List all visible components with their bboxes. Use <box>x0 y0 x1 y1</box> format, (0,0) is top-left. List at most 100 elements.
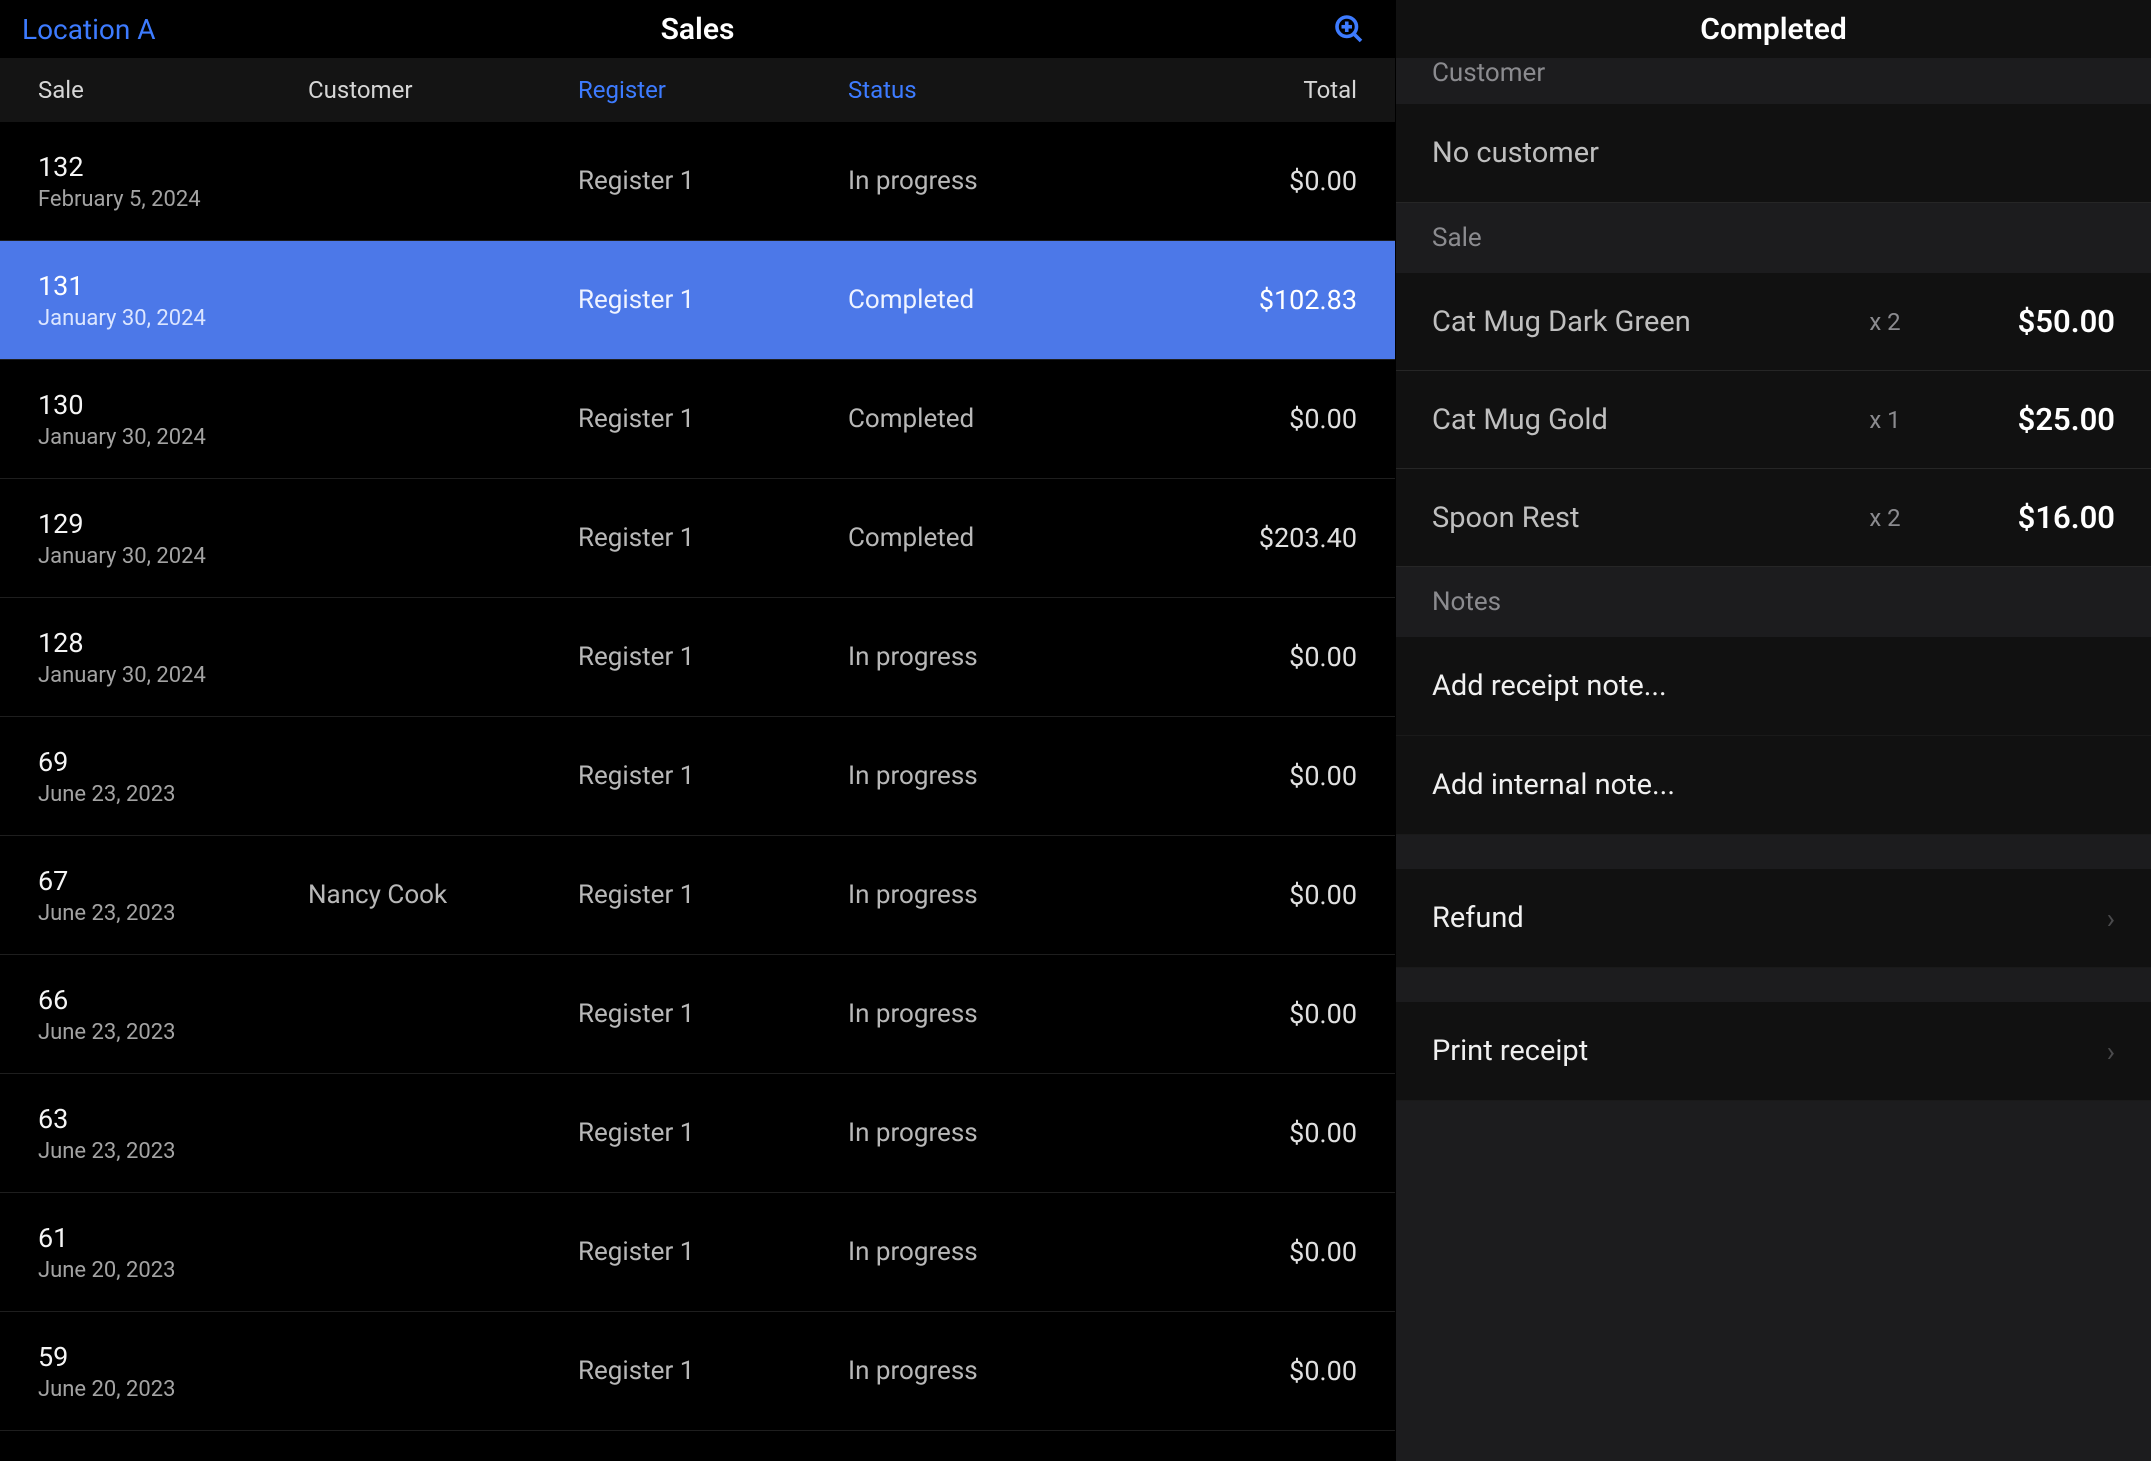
sale-row[interactable]: 61June 20, 2023 Register 1In progress$0.0… <box>0 1193 1395 1312</box>
sale-id: 128 <box>38 627 308 659</box>
column-headers: Sale Customer Register Status Total <box>0 58 1395 122</box>
sale-id: 61 <box>38 1222 308 1254</box>
register-cell: Register 1 <box>578 642 848 672</box>
print-receipt-label: Print receipt <box>1432 1034 1588 1068</box>
sale-id: 69 <box>38 746 308 778</box>
sale-date: January 30, 2024 <box>38 544 308 569</box>
status-cell: In progress <box>848 880 1148 910</box>
print-receipt-button[interactable]: Print receipt › <box>1396 1002 2151 1101</box>
total-cell: $102.83 <box>1148 284 1357 316</box>
notes-section-header: Notes <box>1396 567 2151 637</box>
register-cell: Register 1 <box>578 761 848 791</box>
sale-col: 128 January 30, 2024 <box>38 627 308 688</box>
total-cell: $0.00 <box>1148 1236 1357 1268</box>
chevron-right-icon: › <box>2107 902 2115 935</box>
sale-date: June 23, 2023 <box>38 1020 308 1045</box>
sale-id: 66 <box>38 984 308 1016</box>
col-customer-header[interactable]: Customer <box>308 76 578 104</box>
sale-id: 59 <box>38 1341 308 1373</box>
spacer <box>1396 835 2151 869</box>
col-total-header[interactable]: Total <box>1148 76 1357 104</box>
sale-row[interactable]: 132February 5, 2024 Register 1In progress… <box>0 122 1395 241</box>
sale-col: 130 January 30, 2024 <box>38 389 308 450</box>
sale-row[interactable]: 128 January 30, 2024 Register 1In progress… <box>0 598 1395 717</box>
sale-id: 130 <box>38 389 308 421</box>
sale-date: January 30, 2024 <box>38 663 308 688</box>
item-qty: x 1 <box>1835 406 1935 434</box>
sales-list[interactable]: 132February 5, 2024Register 1In progress… <box>0 122 1395 1461</box>
status-cell: Completed <box>848 285 1148 315</box>
status-cell: In progress <box>848 761 1148 791</box>
status-cell: Completed <box>848 404 1148 434</box>
sale-col: 67June 23, 2023 <box>38 865 308 926</box>
sale-date: June 20, 2023 <box>38 1377 308 1402</box>
line-item[interactable]: Spoon Restx 2$16.00 <box>1396 469 2151 567</box>
item-name: Cat Mug Gold <box>1432 403 1835 437</box>
add-internal-note-label: Add internal note... <box>1432 768 1675 802</box>
sale-col: 61June 20, 2023 <box>38 1222 308 1283</box>
customer-section-header: Customer <box>1396 58 2151 104</box>
sale-id: 129 <box>38 508 308 540</box>
sale-date: January 30, 2024 <box>38 306 308 331</box>
item-name: Spoon Rest <box>1432 501 1835 535</box>
sale-row[interactable]: 129January 30, 2024Register 1Completed$2… <box>0 479 1395 598</box>
register-cell: Register 1 <box>578 285 848 315</box>
line-item[interactable]: Cat Mug Goldx 1$25.00 <box>1396 371 2151 469</box>
item-qty: x 2 <box>1835 308 1935 336</box>
detail-bottom-fill <box>1396 1101 2151 1461</box>
col-sale-header[interactable]: Sale <box>38 76 308 104</box>
status-cell: In progress <box>848 642 1148 672</box>
col-register-header[interactable]: Register <box>578 76 848 104</box>
sale-row[interactable]: 131January 30, 2024 Register 1Completed$1… <box>0 241 1395 360</box>
detail-title: Completed <box>1700 12 1847 47</box>
location-link[interactable]: Location A <box>22 13 156 46</box>
sale-col: 131January 30, 2024 <box>38 270 308 331</box>
customer-cell: Nancy Cook <box>308 880 578 910</box>
item-qty: x 2 <box>1835 504 1935 532</box>
register-cell: Register 1 <box>578 404 848 434</box>
item-price: $50.00 <box>1935 303 2115 340</box>
add-internal-note-button[interactable]: Add internal note... <box>1396 736 2151 835</box>
total-cell: $0.00 <box>1148 879 1357 911</box>
status-cell: In progress <box>848 1356 1148 1386</box>
sale-date: January 30, 2024 <box>38 425 308 450</box>
register-cell: Register 1 <box>578 1237 848 1267</box>
sale-row[interactable]: 130 January 30, 2024 Register 1Completed$0… <box>0 360 1395 479</box>
sale-section-header: Sale <box>1396 203 2151 273</box>
sale-row[interactable]: 63June 23, 2023Register 1In progress$0.0… <box>0 1074 1395 1193</box>
chevron-right-icon: › <box>2107 1035 2115 1068</box>
page-title: Sales <box>661 12 735 47</box>
refund-label: Refund <box>1432 901 1524 935</box>
add-receipt-note-label: Add receipt note... <box>1432 669 1667 703</box>
sale-id: 67 <box>38 865 308 897</box>
sale-id: 63 <box>38 1103 308 1135</box>
sale-col: 66 June 23, 2023 <box>38 984 308 1045</box>
total-cell: $0.00 <box>1148 403 1357 435</box>
sale-row[interactable]: 69 June 23, 2023 Register 1In progress$0.0… <box>0 717 1395 836</box>
sale-col: 59 June 20, 2023 <box>38 1341 308 1402</box>
total-cell: $0.00 <box>1148 165 1357 197</box>
sale-col: 132February 5, 2024 <box>38 151 308 212</box>
register-cell: Register 1 <box>578 166 848 196</box>
status-cell: In progress <box>848 999 1148 1029</box>
total-cell: $0.00 <box>1148 641 1357 673</box>
add-receipt-note-button[interactable]: Add receipt note... <box>1396 637 2151 736</box>
item-name: Cat Mug Dark Green <box>1432 305 1835 339</box>
col-status-header[interactable]: Status <box>848 76 1148 104</box>
sale-date: February 5, 2024 <box>38 187 308 212</box>
line-item[interactable]: Cat Mug Dark Greenx 2$50.00 <box>1396 273 2151 371</box>
sale-date: June 23, 2023 <box>38 782 308 807</box>
status-cell: In progress <box>848 1237 1148 1267</box>
sale-row[interactable]: 67June 23, 2023Nancy CookRegister 1In pr… <box>0 836 1395 955</box>
sale-row[interactable]: 66June 23, 2023Register 1In progress$0.0… <box>0 955 1395 1074</box>
total-cell: $0.00 <box>1148 760 1357 792</box>
customer-value[interactable]: No customer <box>1396 104 2151 203</box>
sale-row[interactable]: 59June 20, 2023Register 1In progress$0.0… <box>0 1312 1395 1431</box>
status-cell: In progress <box>848 1118 1148 1148</box>
status-cell: In progress <box>848 166 1148 196</box>
refund-button[interactable]: Refund › <box>1396 869 2151 968</box>
register-cell: Register 1 <box>578 880 848 910</box>
search-icon[interactable] <box>1331 11 1367 47</box>
register-cell: Register 1 <box>578 1356 848 1386</box>
sale-col: 63June 23, 2023 <box>38 1103 308 1164</box>
